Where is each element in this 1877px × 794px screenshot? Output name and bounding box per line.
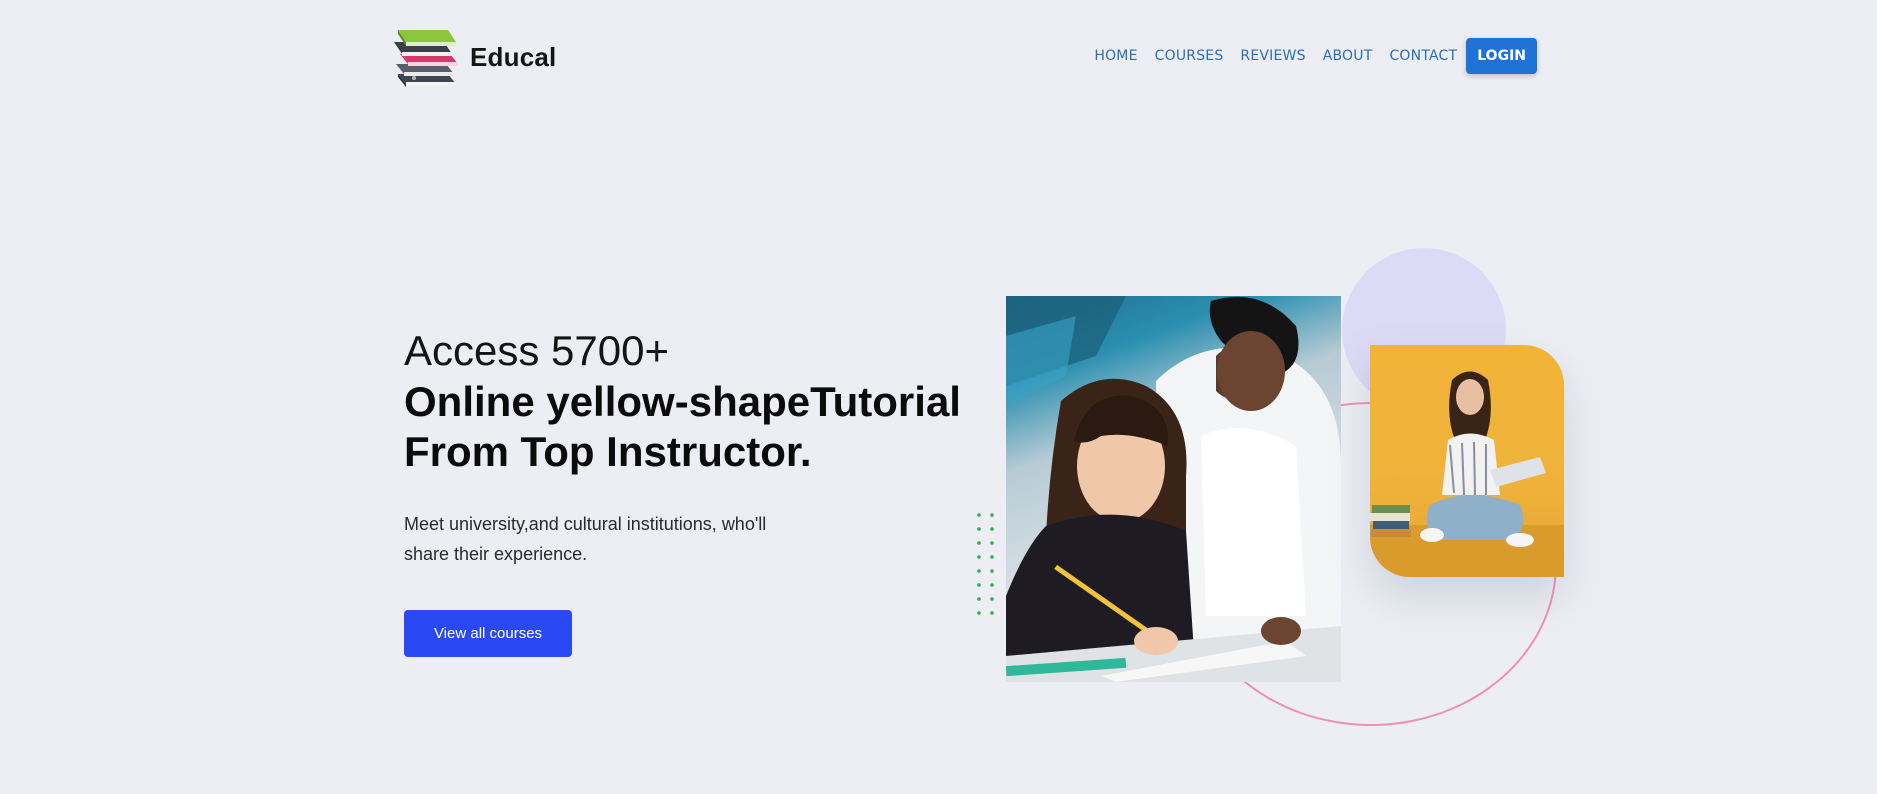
hero-line-3: From Top Instructor. — [404, 428, 812, 475]
woman-with-laptop-photo — [1370, 345, 1564, 577]
dots-decoration — [977, 513, 994, 615]
woman-illustration — [1370, 371, 1564, 577]
brand-name: Educal — [470, 41, 557, 72]
students-illustration — [1006, 296, 1341, 682]
hero-section: Access 5700+ Online yellow-shapeTutorial… — [404, 325, 964, 657]
nav-reviews[interactable]: REVIEWS — [1240, 48, 1305, 64]
brand-logo[interactable]: Educal — [390, 26, 560, 88]
hero-line-2: Online yellow-shapeTutorial — [404, 378, 961, 425]
students-studying-photo — [1006, 296, 1341, 682]
nav-contact[interactable]: CONTACT — [1389, 48, 1457, 64]
hero-line-1: Access 5700+ — [404, 327, 670, 374]
nav-courses[interactable]: COURSES — [1155, 48, 1224, 64]
nav-home[interactable]: HOME — [1094, 48, 1137, 64]
login-button[interactable]: LOGIN — [1466, 38, 1537, 74]
main-nav: HOME COURSES REVIEWS ABOUT CONTACT LOGIN — [1094, 38, 1537, 74]
nav-about[interactable]: ABOUT — [1323, 48, 1373, 64]
view-all-courses-button[interactable]: View all courses — [404, 610, 572, 657]
book-stack-icon — [394, 30, 458, 87]
hero-subtitle: Meet university,and cultural institution… — [404, 514, 767, 564]
